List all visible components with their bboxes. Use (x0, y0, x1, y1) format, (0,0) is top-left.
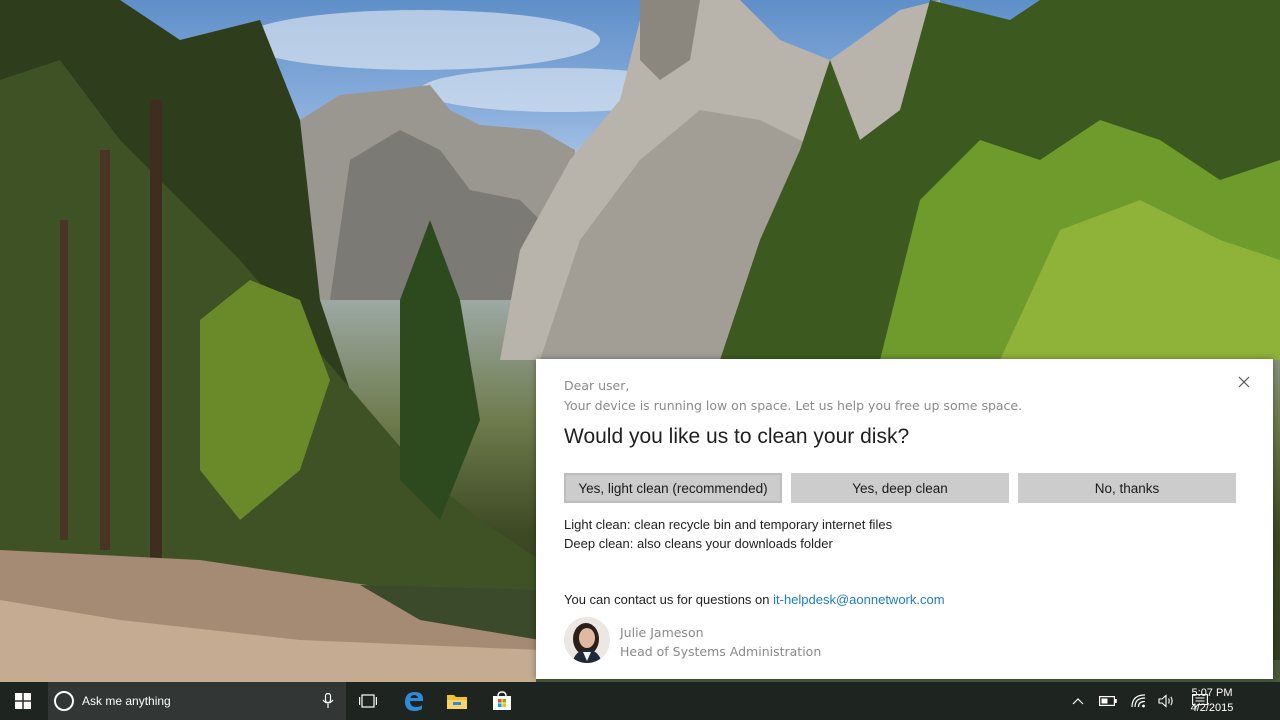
microphone-icon[interactable] (322, 693, 334, 709)
file-explorer-icon (447, 695, 467, 709)
search-input[interactable]: Ask me anything (48, 682, 346, 720)
task-view-button[interactable] (350, 682, 386, 720)
helpdesk-email-link[interactable]: it-helpdesk@aonnetwork.com (773, 592, 944, 607)
action-buttons: Yes, light clean (recommended) Yes, deep… (564, 473, 1236, 503)
greeting-text: Dear user, (564, 378, 630, 393)
battery-icon (1099, 696, 1117, 706)
wifi-icon (1131, 694, 1146, 708)
avatar (564, 617, 610, 663)
action-center-icon (1192, 693, 1208, 709)
cortana-icon (54, 691, 74, 711)
start-button[interactable] (0, 682, 46, 720)
edge-browser-button[interactable] (396, 682, 432, 720)
sender-name: Julie Jameson (620, 625, 704, 640)
close-icon (1238, 376, 1250, 388)
deep-clean-description: Deep clean: also cleans your downloads f… (564, 536, 833, 551)
windows-start-icon (15, 693, 31, 709)
search-placeholder: Ask me anything (82, 694, 171, 708)
deep-clean-button[interactable]: Yes, deep clean (791, 473, 1009, 503)
contact-prefix: You can contact us for questions on (564, 592, 774, 607)
edge-browser-icon (405, 692, 424, 711)
sender-photo (564, 617, 610, 663)
battery-button[interactable] (1096, 682, 1120, 720)
low-space-message: Your device is running low on space. Let… (564, 398, 1023, 413)
sender-title: Head of Systems Administration (620, 644, 822, 659)
volume-icon (1158, 694, 1173, 708)
contact-line: You can contact us for questions on it-h… (564, 592, 945, 607)
chevron-up-icon (1072, 698, 1084, 705)
clean-disk-question: Would you like us to clean your disk? (564, 425, 910, 448)
task-view-icon (359, 694, 377, 708)
show-hidden-icons-button[interactable] (1068, 682, 1088, 720)
store-button[interactable] (484, 682, 520, 720)
light-clean-button[interactable]: Yes, light clean (recommended) (564, 473, 782, 503)
no-thanks-button[interactable]: No, thanks (1018, 473, 1236, 503)
file-explorer-button[interactable] (439, 682, 475, 720)
store-icon (493, 691, 511, 710)
action-center-button[interactable] (1188, 682, 1212, 720)
wifi-button[interactable] (1128, 682, 1150, 720)
disk-cleanup-notification: Dear user, Your device is running low on… (536, 359, 1273, 679)
volume-button[interactable] (1156, 682, 1178, 720)
light-clean-description: Light clean: clean recycle bin and tempo… (564, 517, 893, 532)
taskbar: Ask me anything 5:07 PM 4/2/2015 (0, 682, 1280, 720)
close-button[interactable] (1233, 371, 1255, 393)
